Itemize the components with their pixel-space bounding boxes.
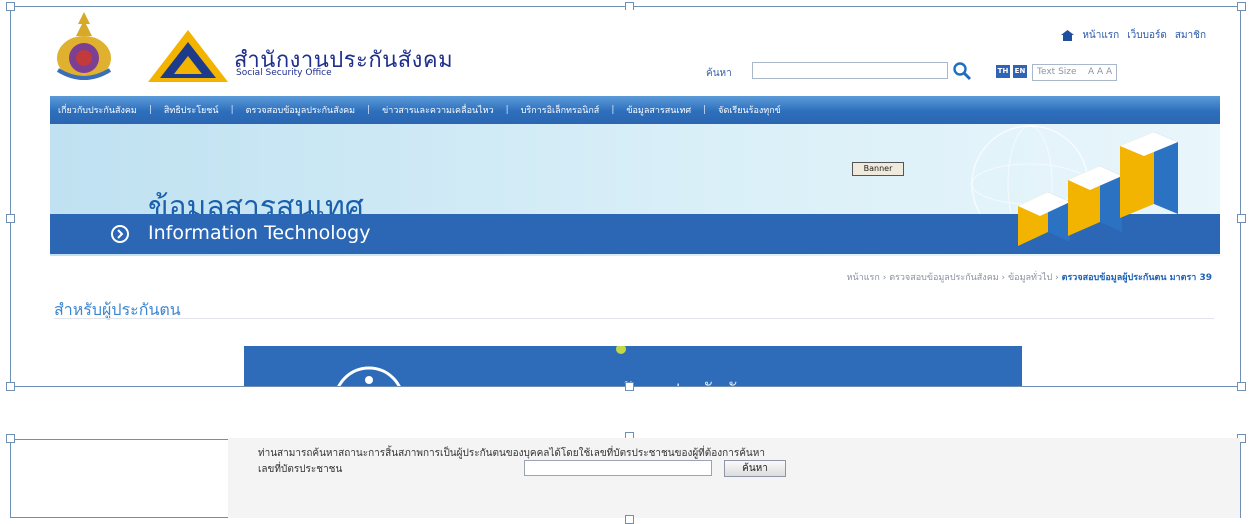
link-home[interactable]: หน้าแรก [1082,28,1119,43]
website-page: สำนักงานประกันสังคม Social Security Offi… [46,10,1220,390]
sso-logo [148,30,228,82]
home-icon [1061,30,1075,41]
breadcrumb-item[interactable]: ตรวจสอบข้อมูลประกันสังคม [889,273,998,283]
main-nav: เกี่ยวกับประกันสังคม | สิทธิประโยชน์ | ต… [50,96,1220,124]
nav-separator: | [148,105,152,115]
nav-item-e-services[interactable]: บริการอิเล็กทรอนิกส์ [513,103,608,117]
nav-separator: | [611,105,615,115]
resize-handle-left-mid[interactable] [6,382,15,391]
resize-handle-left-lower[interactable] [6,434,15,443]
id-card-input[interactable] [524,460,712,476]
top-links: หน้าแรก เว็บบอร์ด สมาชิก [1061,28,1206,43]
resize-handle-center[interactable] [625,382,634,391]
breadcrumb-separator: › [1055,273,1059,283]
resize-handle-right[interactable] [1237,214,1246,223]
circle-arrow-icon [111,225,129,243]
breadcrumb-separator: › [882,273,887,283]
nav-item-benefits[interactable]: สิทธิประโยชน์ [156,103,227,117]
breadcrumb-item[interactable]: หน้าแรก [847,273,880,283]
lang-th-button[interactable]: TH [996,65,1010,78]
nav-item-it[interactable]: ข้อมูลสารสนเทศ [618,103,699,117]
id-search-button[interactable]: ค้นหา [724,460,786,477]
nav-separator: | [703,105,707,115]
nav-item-about[interactable]: เกี่ยวกับประกันสังคม [50,103,145,117]
breadcrumb-item[interactable]: ข้อมูลทั่วไป [1008,273,1052,283]
bar-blocks-graphic [1018,132,1178,246]
section-banner: ข้อมูลสารสนเทศ Information Technology Ba… [50,124,1220,256]
section-divider [54,318,1214,319]
nav-item-complaints[interactable]: จัดเรียนร้องทุกข์ [710,103,789,117]
breadcrumb-separator: › [1001,273,1006,283]
form-instruction: ท่านสามารถค้นหาสถานะการสิ้นสภาพการเป็นผู… [258,448,765,459]
org-name-en: Social Security Office [236,68,332,78]
nav-separator: | [505,105,509,115]
breadcrumb: หน้าแรก › ตรวจสอบข้อมูลประกันสังคม › ข้อ… [847,270,1212,284]
id-search-form: ท่านสามารถค้นหาสถานะการสิ้นสภาพการเป็นผู… [228,438,1240,518]
royal-emblem-logo [56,12,112,80]
search-icon[interactable] [952,61,972,81]
banner-title-en: Information Technology [148,222,371,244]
text-size-label: Text Size [1037,67,1077,77]
resize-handle-left[interactable] [6,214,15,223]
link-member[interactable]: สมาชิก [1175,28,1206,43]
resize-handle-bottom[interactable] [625,515,634,524]
resize-handle-right-mid[interactable] [1237,382,1246,391]
id-card-label: เลขที่บัตรประชาชน [258,464,343,475]
link-webboard[interactable]: เว็บบอร์ด [1127,28,1167,43]
section-title: สำหรับผู้ประกันตน [54,300,181,319]
lang-en-button[interactable]: EN [1013,65,1027,78]
resize-handle-top-right[interactable] [1237,2,1246,11]
resize-handle-top-left[interactable] [6,2,15,11]
search-label: ค้นหา [706,68,732,79]
nav-separator: | [230,105,234,115]
search-input[interactable] [752,62,948,79]
nav-item-check-info[interactable]: ตรวจสอบข้อมูลประกันสังคม [238,103,363,117]
nav-item-news[interactable]: ข่าวสารและความเคลื่อนไหว [374,103,502,117]
text-size-options[interactable]: A A A [1088,67,1112,77]
breadcrumb-current: ตรวจสอบข้อมูลผู้ประกันตน มาตรา 39 [1061,273,1212,283]
pin-dot [616,346,626,354]
banner-tag: Banner [852,162,904,176]
nav-separator: | [367,105,371,115]
text-size-control[interactable]: Text Size A A A [1032,64,1118,81]
